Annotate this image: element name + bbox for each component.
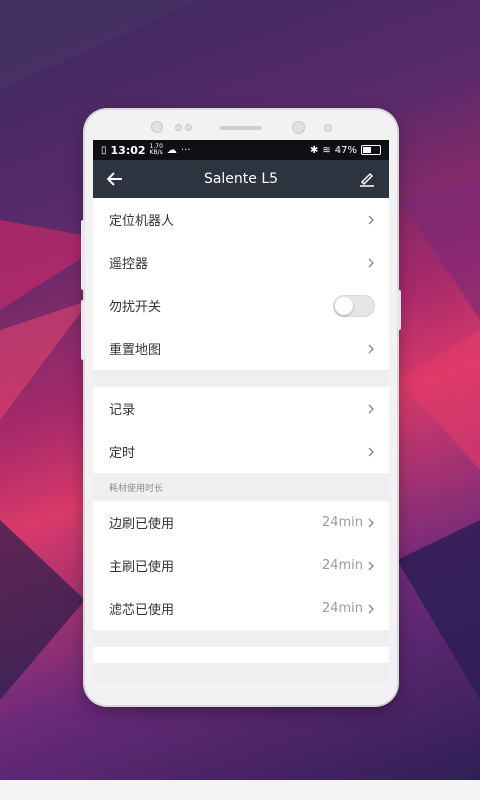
sensor-dot bbox=[175, 124, 182, 131]
section-gap bbox=[93, 370, 389, 387]
usage-value: 24min bbox=[321, 601, 363, 616]
battery-percent: 47% bbox=[334, 144, 357, 156]
row-locate-robot[interactable]: 定位机器人 bbox=[93, 198, 389, 241]
row-label: 遥控器 bbox=[109, 257, 149, 272]
row-side-brush[interactable]: 边刷已使用 24min bbox=[93, 501, 389, 544]
row-label: 勿扰开关 bbox=[109, 300, 162, 315]
chevron-right-icon bbox=[368, 447, 374, 456]
network-speed-unit: KB/s bbox=[149, 149, 163, 156]
row-do-not-disturb: 勿扰开关 bbox=[93, 284, 389, 327]
page-bottom-strip bbox=[0, 780, 480, 800]
page-title: Salente L5 bbox=[203, 171, 279, 187]
arrow-left-icon[interactable] bbox=[105, 169, 125, 189]
sensor-dot bbox=[324, 124, 332, 132]
chevron-right-icon bbox=[368, 215, 374, 224]
usage-value: 24min bbox=[321, 558, 363, 573]
status-time: 13:02 bbox=[110, 143, 146, 157]
toggle-knob bbox=[335, 296, 353, 315]
phone-frame: ▯ 13:02 1.70 KB/s ☁ ··· ✱ ≋ 47% Salente … bbox=[81, 110, 401, 705]
phone-side-button bbox=[397, 290, 401, 330]
sensor-dot bbox=[185, 124, 192, 131]
settings-group-consumables: 边刷已使用 24min 主刷已使用 24min 滤芯已使用 24min bbox=[93, 501, 389, 630]
chevron-right-icon bbox=[368, 404, 374, 413]
settings-group-history: 记录 定时 bbox=[93, 387, 389, 473]
row-label: 记录 bbox=[109, 403, 136, 418]
do-not-disturb-toggle[interactable] bbox=[333, 294, 375, 317]
section-gap bbox=[93, 630, 389, 647]
battery-level bbox=[363, 147, 371, 153]
more-notifications-icon: ··· bbox=[180, 144, 191, 156]
chevron-right-icon bbox=[368, 344, 374, 353]
bluetooth-icon: ✱ bbox=[309, 144, 319, 156]
row-label: 主刷已使用 bbox=[109, 560, 175, 575]
consumables-section-header: 耗材使用时长 bbox=[93, 473, 389, 501]
row-records[interactable]: 记录 bbox=[93, 387, 389, 430]
settings-group-more bbox=[93, 647, 389, 663]
row-label: 滤芯已使用 bbox=[109, 603, 175, 618]
pencil-icon[interactable] bbox=[357, 169, 377, 189]
app-screen: ▯ 13:02 1.70 KB/s ☁ ··· ✱ ≋ 47% Salente … bbox=[93, 140, 389, 683]
app-header: Salente L5 bbox=[93, 160, 389, 198]
sim-icon: ▯ bbox=[101, 144, 107, 156]
wifi-icon: ≋ bbox=[322, 144, 331, 156]
front-camera bbox=[292, 121, 305, 134]
chevron-right-icon bbox=[368, 561, 374, 570]
usage-value: 24min bbox=[321, 515, 363, 530]
row-remote-control[interactable]: 遥控器 bbox=[93, 241, 389, 284]
status-bar: ▯ 13:02 1.70 KB/s ☁ ··· ✱ ≋ 47% bbox=[93, 140, 389, 160]
settings-group-device: 定位机器人 遥控器 勿扰开关 重置地图 bbox=[93, 198, 389, 370]
chevron-right-icon bbox=[368, 518, 374, 527]
row-label: 重置地图 bbox=[109, 343, 162, 358]
row-label: 定位机器人 bbox=[109, 214, 175, 229]
row-filter[interactable]: 滤芯已使用 24min bbox=[93, 587, 389, 630]
row-label: 边刷已使用 bbox=[109, 517, 175, 532]
chevron-right-icon bbox=[368, 604, 374, 613]
cloud-icon: ☁ bbox=[166, 144, 177, 156]
phone-side-button bbox=[81, 300, 85, 360]
chevron-right-icon bbox=[368, 258, 374, 267]
earpiece-speaker bbox=[220, 126, 262, 130]
battery-icon bbox=[361, 145, 381, 155]
row-main-brush[interactable]: 主刷已使用 24min bbox=[93, 544, 389, 587]
row-reset-map[interactable]: 重置地图 bbox=[93, 327, 389, 370]
row-label: 定时 bbox=[109, 446, 136, 461]
phone-side-button bbox=[81, 220, 85, 290]
front-camera bbox=[151, 121, 163, 133]
row-schedule[interactable]: 定时 bbox=[93, 430, 389, 473]
